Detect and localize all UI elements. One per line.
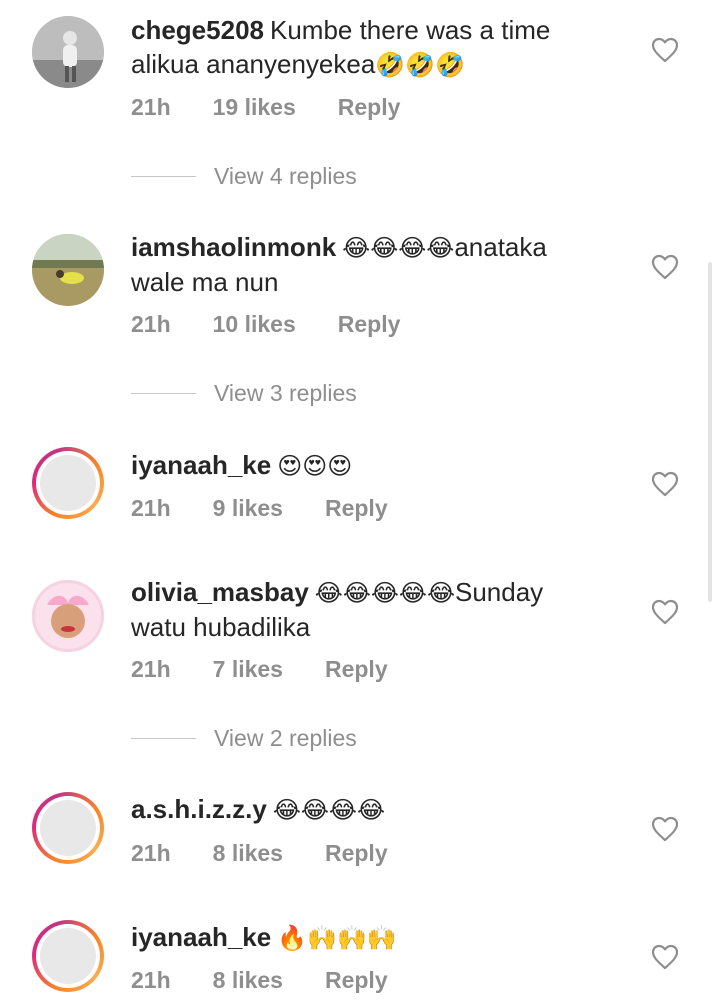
- comment-username[interactable]: iyanaah_ke: [131, 450, 271, 480]
- story-ring: [36, 796, 100, 860]
- comment-text: a.s.h.i.z.z.y 😂😂😂😂: [131, 792, 601, 827]
- avatar[interactable]: [32, 580, 104, 652]
- avatar[interactable]: [32, 447, 104, 519]
- reply-button[interactable]: Reply: [325, 495, 388, 522]
- emoji-text: 😂😂😂😂: [342, 234, 455, 262]
- view-replies-label: View 3 replies: [214, 380, 357, 406]
- reply-button[interactable]: Reply: [338, 311, 401, 338]
- comment-username[interactable]: iyanaah_ke: [131, 922, 271, 952]
- emoji-text: 😂😂😂😂😂: [314, 579, 455, 607]
- comment-likes[interactable]: 19 likes: [213, 94, 296, 121]
- view-replies-button[interactable]: View 3 replies: [131, 380, 357, 407]
- comment-text: olivia_masbay 😂😂😂😂😂Sunday watu hubadilika: [131, 575, 601, 644]
- emoji-text: 😍😍😍: [277, 452, 353, 480]
- view-replies-button[interactable]: View 2 replies: [131, 725, 357, 752]
- comment-username[interactable]: a.s.h.i.z.z.y: [131, 794, 267, 824]
- comment-time: 21h: [131, 656, 171, 682]
- heart-icon[interactable]: [651, 944, 679, 970]
- comment-time: 21h: [131, 840, 171, 866]
- comment-text: iamshaolinmonk 😂😂😂😂anataka wale ma nun: [131, 230, 601, 299]
- comment-likes[interactable]: 8 likes: [213, 840, 283, 867]
- heart-icon[interactable]: [651, 254, 679, 280]
- comment-text: iyanaah_ke 🔥🙌🙌🙌: [131, 920, 601, 955]
- story-ring: [36, 451, 100, 515]
- heart-icon[interactable]: [651, 816, 679, 842]
- avatar-placeholder: [40, 455, 96, 511]
- comment-time: 21h: [131, 495, 171, 521]
- view-replies-label: View 2 replies: [214, 725, 357, 751]
- comment-likes[interactable]: 10 likes: [213, 311, 296, 338]
- heart-icon[interactable]: [651, 37, 679, 63]
- comment-username[interactable]: chege5208: [131, 15, 264, 45]
- avatar[interactable]: [32, 16, 104, 88]
- avatar[interactable]: [32, 234, 104, 306]
- scrollbar[interactable]: [708, 262, 712, 602]
- heart-icon[interactable]: [651, 599, 679, 625]
- divider-line: [131, 176, 196, 177]
- emoji-text: 🤣🤣🤣: [375, 51, 465, 79]
- reply-button[interactable]: Reply: [338, 94, 401, 121]
- comment-username[interactable]: olivia_masbay: [131, 577, 309, 607]
- avatar[interactable]: [32, 920, 104, 992]
- comment-likes[interactable]: 8 likes: [213, 967, 283, 994]
- comment-likes[interactable]: 9 likes: [213, 495, 283, 522]
- comment-username[interactable]: iamshaolinmonk: [131, 232, 336, 262]
- avatar[interactable]: [32, 792, 104, 864]
- avatar-placeholder: [40, 928, 96, 984]
- heart-icon[interactable]: [651, 471, 679, 497]
- reply-button[interactable]: Reply: [325, 967, 388, 994]
- comment-likes[interactable]: 7 likes: [213, 656, 283, 683]
- view-replies-button[interactable]: View 4 replies: [131, 163, 357, 190]
- emoji-text: 🔥🙌🙌🙌: [277, 924, 397, 952]
- comment-time: 21h: [131, 311, 171, 337]
- comment-text: chege5208 Kumbe there was a time alikua a…: [131, 13, 601, 82]
- comment-time: 21h: [131, 967, 171, 993]
- reply-button[interactable]: Reply: [325, 656, 388, 683]
- avatar-placeholder: [40, 800, 96, 856]
- divider-line: [131, 393, 196, 394]
- divider-line: [131, 738, 196, 739]
- comment-text: iyanaah_ke 😍😍😍: [131, 448, 601, 483]
- reply-button[interactable]: Reply: [325, 840, 388, 867]
- view-replies-label: View 4 replies: [214, 163, 357, 189]
- emoji-text: 😂😂😂😂: [272, 796, 385, 824]
- comment-time: 21h: [131, 94, 171, 120]
- story-ring: [36, 924, 100, 988]
